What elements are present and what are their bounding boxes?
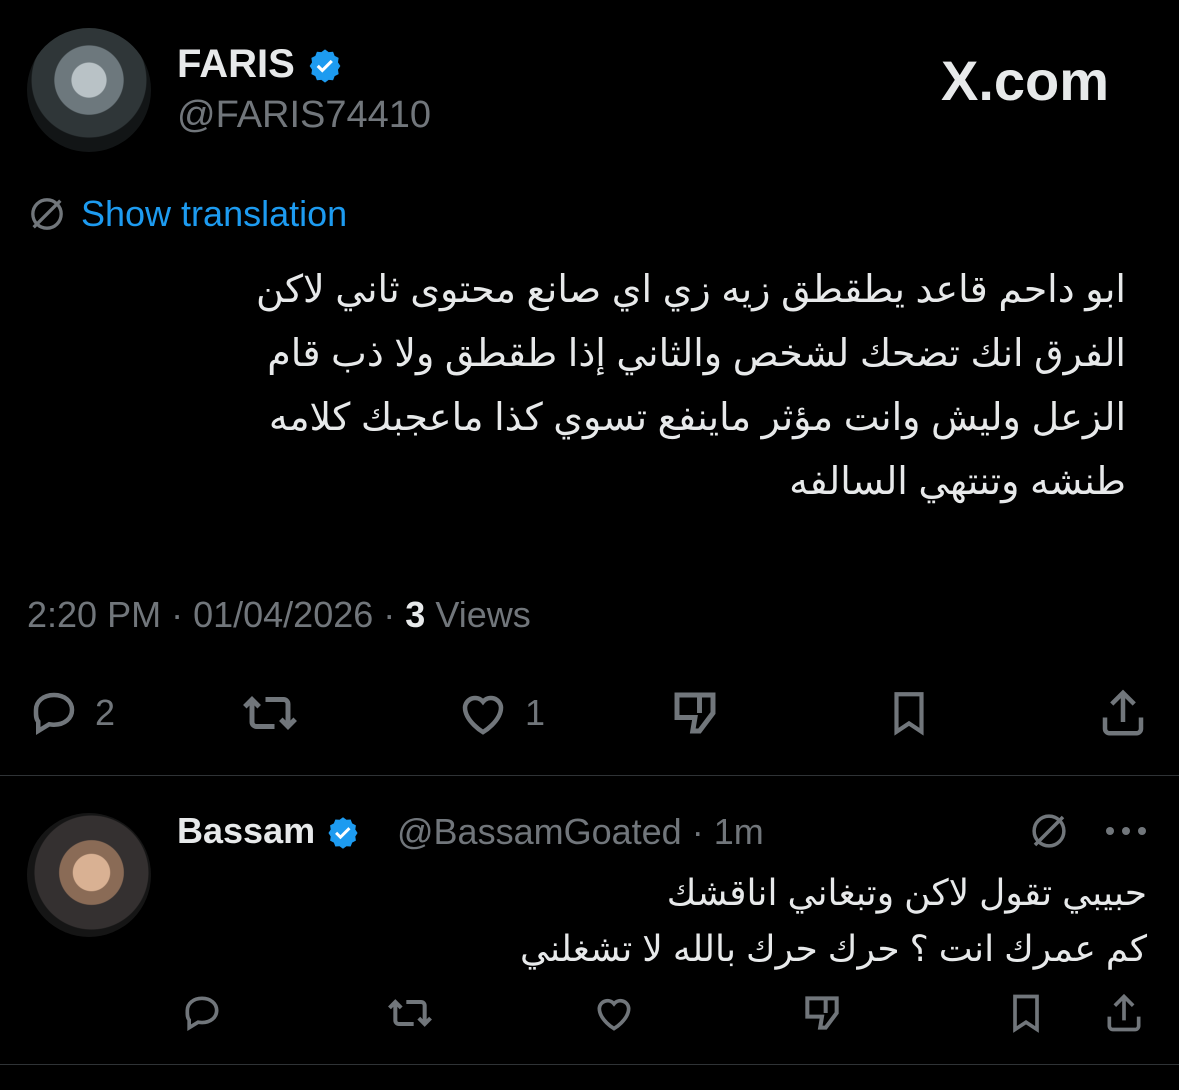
verified-badge-icon xyxy=(328,817,358,850)
reply-line: حبيبي تقول لاكن وتبغاني اناقشك xyxy=(666,872,1147,913)
translate-icon xyxy=(1032,814,1066,848)
reply-author-name[interactable]: Bassam xyxy=(177,810,361,852)
retweet-icon xyxy=(243,695,297,731)
reply-button[interactable] xyxy=(177,991,227,1035)
heart-icon xyxy=(462,695,504,735)
like-button[interactable] xyxy=(589,991,639,1035)
reply-time: 1m xyxy=(713,811,764,852)
reply-line: كم عمرك انت ؟ حرك حرك بالله لا تشغلني xyxy=(520,928,1147,969)
translate-button[interactable] xyxy=(1028,810,1070,857)
avatar[interactable] xyxy=(27,813,151,937)
author-handle[interactable]: @FARIS74410 xyxy=(177,94,431,137)
thumbs-down-icon xyxy=(805,996,839,1030)
like-button[interactable]: 1 xyxy=(455,686,545,740)
tweet-line: الزعل وليش وانت مؤثر ماينفع تسوي كذا ماع… xyxy=(268,397,1126,439)
tweet-date: 01/04/2026 xyxy=(193,594,374,635)
tweet-line: ابو داحم قاعد يطقطق زيه زي اي صانع محتوى… xyxy=(256,269,1126,311)
reply-icon xyxy=(33,692,75,736)
tweet-line: الفرق انك تضحك لشخص والثاني إذا طقطق ولا… xyxy=(267,333,1126,375)
bookmark-button[interactable] xyxy=(1004,991,1048,1035)
verified-badge-icon xyxy=(309,49,341,84)
tweet-meta: 2:20 PM · 01/04/2026 · 3 Views xyxy=(27,594,531,635)
bookmark-icon xyxy=(1013,994,1039,1033)
x-brand-logo: X.com xyxy=(941,49,1110,112)
retweet-button[interactable] xyxy=(383,991,437,1035)
retweet-icon xyxy=(388,999,432,1027)
show-translation-label[interactable]: Show translation xyxy=(81,193,347,235)
reply-text: حبيبي تقول لاكن وتبغاني اناقشك كم عمرك ا… xyxy=(177,865,1147,977)
divider xyxy=(0,775,1179,776)
share-icon xyxy=(1102,689,1144,736)
divider xyxy=(0,1064,1179,1065)
reply-icon xyxy=(185,996,219,1031)
retweet-button[interactable] xyxy=(240,686,300,740)
views-count: 3 xyxy=(405,594,426,635)
avatar[interactable] xyxy=(27,28,151,152)
more-icon xyxy=(1106,827,1146,835)
reply-button[interactable]: 2 xyxy=(27,686,115,740)
views-label: Views xyxy=(435,594,531,635)
reply-count: 2 xyxy=(95,692,116,733)
tweet-line: طنشه وتنتهي السالفه xyxy=(789,461,1126,503)
translate-icon xyxy=(31,198,63,230)
share-icon xyxy=(1107,993,1141,1032)
more-button[interactable] xyxy=(1102,817,1150,850)
reply-author-handle[interactable]: @BassamGoated · 1m xyxy=(397,811,764,853)
like-count: 1 xyxy=(525,692,546,733)
bookmark-icon xyxy=(894,692,924,736)
bookmark-button[interactable] xyxy=(884,686,934,740)
dislike-button[interactable] xyxy=(798,991,846,1035)
tweet-time: 2:20 PM xyxy=(27,594,162,635)
author-name[interactable]: FARIS xyxy=(177,42,344,87)
share-button[interactable] xyxy=(1100,991,1148,1035)
show-translation-button[interactable]: Show translation xyxy=(27,193,347,235)
heart-icon xyxy=(597,998,631,1031)
dislike-button[interactable] xyxy=(668,686,722,740)
share-button[interactable] xyxy=(1096,686,1150,740)
thumbs-down-icon xyxy=(674,692,716,734)
tweet-text: ابو داحم قاعد يطقطق زيه زي اي صانع محتوى… xyxy=(30,258,1126,514)
